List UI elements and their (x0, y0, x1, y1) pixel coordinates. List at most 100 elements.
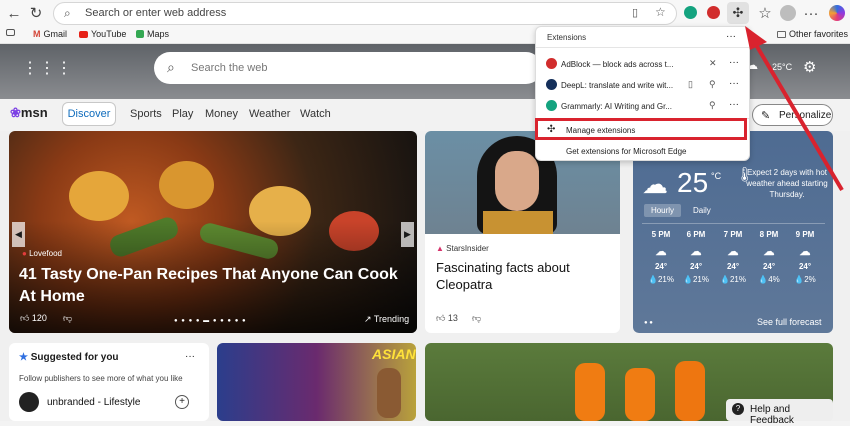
suggested-subtitle: Follow publishers to see more of what yo… (19, 374, 183, 383)
weather-dots[interactable]: ● ● (644, 320, 653, 326)
unpin-icon[interactable]: ✕ (709, 58, 717, 69)
extensions-menu: Extensions ··· AdBlock — block ads acros… (535, 26, 750, 161)
adblock-icon[interactable] (707, 6, 720, 19)
extension-item-deepl[interactable]: DeepL: translate and write wit... ▯ ⚲ ··… (536, 75, 749, 96)
tab-watch[interactable]: Watch (300, 108, 331, 120)
carousel-dots[interactable]: ● ● ● ● ▬ ● ● ● ● ● (174, 318, 247, 324)
collar-shape (483, 211, 553, 234)
pin-icon[interactable]: ⚲ (709, 100, 716, 111)
gmail-icon: M (33, 29, 41, 39)
weather-temp: 25 (677, 167, 709, 198)
msn-logo[interactable]: ❀msn (10, 105, 48, 121)
more-options-icon[interactable]: ··· (185, 351, 195, 362)
help-feedback-button[interactable]: ? Help and Feedback (726, 399, 833, 426)
bookmark-gmail[interactable]: M Gmail (33, 29, 67, 39)
cloud-icon: ☁ (763, 246, 775, 258)
refresh-icon[interactable]: ↻ (25, 2, 47, 24)
extensions-title: Extensions (547, 33, 587, 42)
tab-sports[interactable]: Sports (130, 108, 162, 120)
player-shape (575, 363, 605, 421)
tab-daily[interactable]: Daily (693, 204, 711, 217)
publisher-name[interactable]: unbranded - Lifestyle (47, 397, 140, 408)
publisher-avatar (19, 392, 39, 412)
annotation-arrow (745, 26, 844, 192)
bookmark-label: Gmail (43, 29, 68, 39)
grammarly-icon (546, 100, 557, 111)
tab-discover[interactable]: Discover (62, 102, 116, 126)
hour-col: 6 PM ☁ 24° 💧21% (679, 230, 713, 284)
back-arrow-icon[interactable]: ← (3, 2, 25, 24)
address-bar[interactable]: ⌕ Search or enter web address ▯ ☆ (53, 2, 677, 25)
sidebar-icon[interactable]: ▯ (688, 79, 693, 90)
thumbs-down-icon[interactable]: 👎︎ (63, 313, 72, 324)
food-potato (159, 161, 214, 209)
more-options-icon[interactable]: ··· (729, 99, 739, 110)
thumbs-up-icon: 👍︎ (436, 313, 446, 323)
tab-money[interactable]: Money (205, 108, 238, 120)
tab-play[interactable]: Play (172, 108, 193, 120)
hero-likes[interactable]: 👍︎ 120 (20, 313, 47, 324)
extension-label: Grammarly: AI Writing and Gr... (561, 102, 672, 111)
youtube-icon (79, 30, 88, 38)
tab-hourly[interactable]: Hourly (644, 204, 681, 217)
cloud-icon: ☁ (727, 246, 739, 258)
article-card-bodybuilding[interactable]: ASIAN (217, 343, 416, 421)
next-arrow-icon[interactable]: ▶ (401, 222, 414, 247)
get-extensions-item[interactable]: Get extensions for Microsoft Edge (536, 141, 749, 162)
food-potato (69, 171, 129, 221)
web-search-box[interactable]: ⌕ Search the web (154, 52, 542, 84)
card-source: ▲ StarsInsider (436, 244, 489, 253)
pin-icon[interactable]: ⚲ (709, 79, 716, 90)
athlete-shape (377, 368, 401, 418)
cloud-icon: ☁ (642, 169, 668, 199)
search-icon: ⌕ (64, 6, 71, 20)
get-extensions-label: Get extensions for Microsoft Edge (566, 147, 687, 156)
see-full-forecast-link[interactable]: See full forecast (757, 317, 822, 327)
favorite-star-icon[interactable]: ☆ (655, 5, 666, 19)
trending-badge: ↗ Trending (364, 314, 410, 324)
help-label: Help and Feedback (750, 404, 794, 426)
more-options-icon[interactable]: ··· (726, 31, 736, 42)
highlight-box (535, 118, 747, 140)
extension-item-grammarly[interactable]: Grammarly: AI Writing and Gr... ⚲ ··· (536, 96, 749, 117)
bookmark-label: Maps (147, 29, 170, 39)
extension-item-adblock[interactable]: AdBlock — block ads across t... ✕ ··· (536, 54, 749, 75)
apps-grid-icon[interactable]: ⋮⋮⋮ (22, 58, 73, 78)
hour-col: 5 PM ☁ 24° 💧21% (644, 230, 678, 284)
grammarly-icon[interactable] (684, 6, 697, 19)
deepl-icon (546, 79, 557, 90)
hero-card[interactable]: ◀ ▶ ● Lovefood 41 Tasty One-Pan Recipes … (9, 131, 417, 333)
adblock-icon (546, 58, 557, 69)
help-icon: ? (732, 403, 744, 415)
thumbs-up-icon: 👍︎ (20, 313, 30, 323)
more-options-icon[interactable]: ··· (729, 78, 739, 89)
more-options-icon[interactable]: ··· (729, 57, 739, 68)
reader-view-icon[interactable]: ▯ (632, 6, 638, 19)
bookmark-youtube[interactable]: YouTube (79, 29, 126, 39)
profile-avatar[interactable] (780, 5, 796, 21)
face-shape (495, 151, 539, 211)
divider (536, 47, 749, 48)
card-likes[interactable]: 👍︎ 13 (436, 313, 458, 324)
trending-icon: ↗ (364, 314, 372, 324)
thumbs-down-icon[interactable]: 👎︎ (472, 313, 481, 324)
divider (642, 223, 825, 224)
address-placeholder: Search or enter web address (85, 7, 227, 19)
search-placeholder: Search the web (191, 62, 268, 74)
hour-col: 8 PM ☁ 24° 💧4% (752, 230, 786, 284)
follow-plus-icon[interactable]: + (175, 395, 189, 409)
tab-weather[interactable]: Weather (249, 108, 290, 120)
bookmarks-toggle-icon[interactable] (6, 29, 15, 36)
card-title[interactable]: Fascinating facts about Cleopatra (436, 259, 616, 293)
prev-arrow-icon[interactable]: ◀ (12, 222, 25, 247)
maps-icon (136, 30, 144, 38)
hero-title[interactable]: 41 Tasty One-Pan Recipes That Anyone Can… (19, 264, 409, 308)
suggested-title: ★ Suggested for you (19, 352, 119, 363)
copilot-icon[interactable] (829, 5, 845, 21)
cloud-icon: ☁ (690, 246, 702, 258)
hour-col: 7 PM ☁ 24° 💧21% (716, 230, 750, 284)
bookmark-maps[interactable]: Maps (136, 29, 169, 39)
cloud-icon: ☁ (655, 246, 667, 258)
extension-label: DeepL: translate and write wit... (561, 81, 674, 90)
bookmark-label: YouTube (91, 29, 127, 39)
